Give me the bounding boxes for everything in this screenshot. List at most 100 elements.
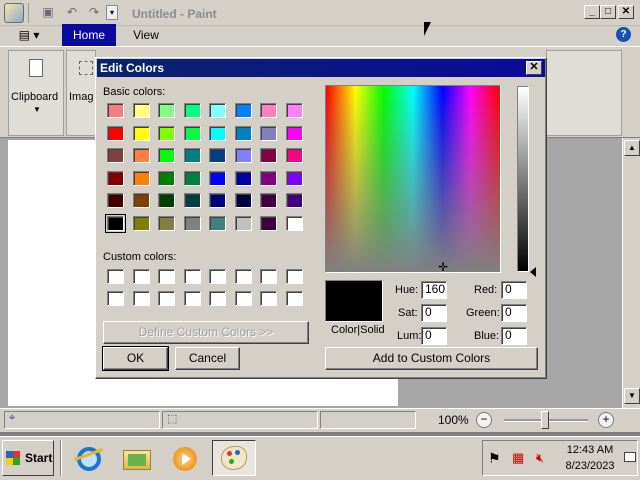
color-swatch[interactable] — [107, 291, 124, 306]
color-swatch[interactable] — [105, 213, 126, 233]
color-swatch[interactable] — [183, 148, 201, 163]
color-swatch[interactable] — [285, 125, 303, 141]
sat-field[interactable]: 0 — [421, 304, 447, 322]
color-swatch[interactable] — [183, 269, 201, 284]
color-swatch[interactable] — [234, 269, 252, 284]
color-swatch[interactable] — [107, 269, 124, 284]
tab-view[interactable]: View — [124, 28, 168, 44]
color-swatch[interactable] — [285, 148, 303, 163]
paint-taskbar-button[interactable] — [212, 440, 256, 476]
zoom-in-button[interactable]: + — [598, 412, 614, 428]
image-group[interactable]: Imag — [66, 50, 96, 136]
color-swatch[interactable] — [234, 170, 252, 186]
clipboard-group[interactable]: Clipboard ▼ — [8, 50, 64, 136]
color-swatch[interactable] — [158, 170, 175, 186]
explorer-folder-icon[interactable] — [120, 442, 154, 476]
color-swatch[interactable] — [209, 170, 226, 186]
undo-icon[interactable]: ↶ — [64, 5, 80, 20]
tab-home[interactable]: Home — [62, 24, 116, 46]
show-desktop-icon[interactable] — [624, 452, 636, 462]
help-icon[interactable]: ? — [616, 27, 631, 42]
color-swatch[interactable] — [260, 125, 277, 141]
green-field[interactable]: 0 — [501, 304, 527, 322]
spectrum-crosshair-icon[interactable]: ✛ — [436, 260, 450, 274]
color-swatch[interactable] — [285, 291, 303, 306]
color-swatch[interactable] — [158, 125, 175, 141]
color-swatch[interactable] — [260, 170, 277, 186]
color-swatch[interactable] — [158, 148, 175, 163]
color-swatch[interactable] — [183, 193, 201, 208]
color-swatch[interactable] — [209, 291, 226, 306]
internet-explorer-icon[interactable] — [72, 442, 106, 476]
clock-date[interactable]: 8/23/2023 — [558, 460, 622, 472]
hue-field[interactable]: 160 — [421, 281, 447, 299]
save-icon[interactable]: ▣ — [40, 5, 56, 20]
close-button[interactable]: ✕ — [618, 5, 634, 19]
color-swatch[interactable] — [183, 291, 201, 306]
color-swatch[interactable] — [209, 193, 226, 208]
define-custom-colors-button[interactable]: Define Custom Colors >> — [103, 321, 309, 344]
color-swatch[interactable] — [107, 193, 124, 208]
color-swatch[interactable] — [132, 170, 150, 186]
color-swatch[interactable] — [132, 269, 150, 284]
color-swatch[interactable] — [209, 148, 226, 163]
app-menu-button[interactable]: ▤ ▾ — [8, 28, 50, 44]
color-swatch[interactable] — [234, 148, 252, 163]
color-swatch[interactable] — [209, 103, 226, 118]
luminosity-bar[interactable] — [517, 86, 529, 272]
color-swatch[interactable] — [132, 215, 150, 231]
color-swatch[interactable] — [132, 125, 150, 141]
color-swatch[interactable] — [285, 215, 303, 231]
color-swatch[interactable] — [183, 125, 201, 141]
add-to-custom-colors-button[interactable]: Add to Custom Colors — [325, 347, 538, 370]
color-swatch[interactable] — [260, 103, 277, 118]
color-swatch[interactable] — [234, 193, 252, 208]
color-swatch[interactable] — [183, 215, 201, 231]
color-swatch[interactable] — [285, 193, 303, 208]
qat-dropdown-button[interactable]: ▾ — [106, 5, 118, 20]
vertical-scrollbar[interactable]: ▲ ▼ — [622, 138, 640, 408]
redo-icon[interactable]: ↷ — [86, 5, 102, 20]
color-swatch[interactable] — [285, 269, 303, 284]
red-field[interactable]: 0 — [501, 281, 527, 299]
color-swatch[interactable] — [183, 103, 201, 118]
ok-button[interactable]: OK — [102, 346, 169, 371]
color-swatch[interactable] — [285, 170, 303, 186]
color-swatch[interactable] — [209, 125, 226, 141]
color-swatch[interactable] — [234, 215, 252, 231]
color-swatch[interactable] — [183, 170, 201, 186]
color-swatch[interactable] — [158, 103, 175, 118]
blue-field[interactable]: 0 — [501, 327, 527, 345]
color-swatch[interactable] — [158, 193, 175, 208]
color-swatch[interactable] — [132, 103, 150, 118]
color-swatch[interactable] — [158, 269, 175, 284]
color-swatch[interactable] — [285, 103, 303, 118]
dialog-close-button[interactable]: ✕ — [526, 61, 542, 75]
color-swatch[interactable] — [107, 103, 124, 118]
color-swatch[interactable] — [234, 125, 252, 141]
maximize-button[interactable]: □ — [600, 5, 616, 19]
media-player-icon[interactable] — [168, 442, 202, 476]
scroll-up-button[interactable]: ▲ — [624, 140, 640, 156]
color-swatch[interactable] — [260, 291, 277, 306]
color-swatch[interactable] — [107, 170, 124, 186]
color-swatch[interactable] — [107, 148, 124, 163]
paint-app-icon[interactable] — [4, 3, 24, 23]
scroll-down-button[interactable]: ▼ — [624, 388, 640, 404]
color-swatch[interactable] — [132, 148, 150, 163]
color-swatch[interactable] — [107, 125, 124, 141]
color-spectrum[interactable] — [325, 85, 501, 273]
minimize-button[interactable]: _ — [584, 5, 600, 19]
luminosity-arrow-icon[interactable] — [530, 267, 536, 277]
zoom-out-button[interactable]: − — [476, 412, 492, 428]
color-swatch[interactable] — [158, 215, 175, 231]
color-swatch[interactable] — [209, 269, 226, 284]
color-swatch[interactable] — [260, 193, 277, 208]
color-swatch[interactable] — [260, 148, 277, 163]
cancel-button[interactable]: Cancel — [175, 347, 240, 370]
color-swatch[interactable] — [132, 193, 150, 208]
network-icon[interactable]: ▦ — [512, 450, 524, 466]
lum-field[interactable]: 0 — [421, 327, 447, 345]
volume-muted-icon[interactable]: 🔇︎ — [536, 450, 544, 466]
color-swatch[interactable] — [132, 291, 150, 306]
